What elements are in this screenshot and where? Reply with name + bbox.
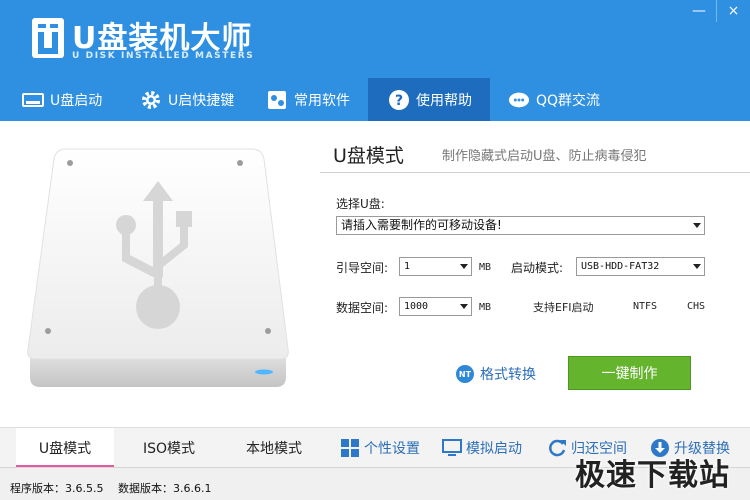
nav-item-qq-group[interactable]: QQ群交流 bbox=[508, 78, 618, 121]
grid-icon bbox=[340, 438, 360, 458]
personal-settings-label: 个性设置 bbox=[364, 441, 420, 457]
format-convert-label: 格式转换 bbox=[480, 367, 536, 383]
usb-disk-illustration bbox=[27, 148, 289, 387]
ntfs-option[interactable]: NTFS bbox=[633, 301, 657, 312]
chevron-down-icon bbox=[693, 223, 701, 228]
mode-description: 制作隐藏式启动U盘、防止病毒侵犯 bbox=[442, 149, 647, 164]
chs-option[interactable]: CHS bbox=[687, 301, 705, 312]
boot-space-label: 引导空间: bbox=[336, 261, 389, 275]
select-disk-label: 选择U盘: bbox=[336, 197, 385, 211]
data-space-unit: MB bbox=[479, 302, 492, 313]
tab-usb-mode[interactable]: U盘模式 bbox=[16, 428, 114, 468]
nav-item-label: 使用帮助 bbox=[416, 92, 472, 109]
nav-item-help[interactable]: ? 使用帮助 bbox=[368, 78, 490, 121]
ntfs-convert-icon: NT bbox=[456, 365, 474, 383]
data-version: 数据版本：3.6.6.1 bbox=[118, 482, 212, 495]
nav-item-label: 常用软件 bbox=[294, 92, 350, 109]
select-disk-dropdown[interactable]: 请插入需要制作的可移动设备! bbox=[336, 216, 705, 235]
app-header: U盘装机大师 U DISK INSTALLED MASTERS — × U盘启动… bbox=[0, 0, 750, 121]
software-icon bbox=[266, 89, 288, 111]
boot-mode-value: USB-HDD-FAT32 bbox=[581, 261, 660, 272]
main-panel: U盘模式 制作隐藏式启动U盘、防止病毒侵犯 选择U盘: 请插入需要制作的可移动设… bbox=[0, 121, 750, 427]
mode-title: U盘模式 bbox=[333, 145, 404, 167]
tab-label: ISO模式 bbox=[142, 441, 196, 457]
monitor-icon bbox=[442, 438, 462, 458]
gear-icon bbox=[140, 89, 162, 111]
boot-mode-label: 启动模式: bbox=[511, 261, 564, 275]
watermark: 极速下载站 bbox=[575, 458, 730, 493]
help-icon: ? bbox=[388, 89, 410, 111]
boot-space-dropdown[interactable]: 1 bbox=[399, 257, 472, 276]
refresh-icon bbox=[547, 438, 567, 458]
personal-settings-button[interactable]: 个性设置 bbox=[340, 428, 420, 468]
usb-drive-icon bbox=[22, 89, 44, 111]
tab-iso-mode[interactable]: ISO模式 bbox=[120, 428, 218, 468]
nav-item-label: U启快捷键 bbox=[168, 92, 235, 109]
qq-icon bbox=[508, 89, 530, 111]
boot-space-unit: MB bbox=[479, 262, 492, 273]
format-convert-link[interactable]: NT 格式转换 bbox=[456, 364, 536, 384]
app-logo-icon bbox=[32, 18, 64, 58]
data-space-label: 数据空间: bbox=[336, 301, 389, 315]
simulate-boot-button[interactable]: 模拟启动 bbox=[442, 428, 522, 468]
data-space-dropdown[interactable]: 1000 bbox=[399, 297, 472, 316]
close-button[interactable]: × bbox=[716, 0, 750, 22]
nav-item-shortcut-keys[interactable]: U启快捷键 bbox=[140, 78, 260, 121]
nav-item-usb-boot[interactable]: U盘启动 bbox=[22, 78, 132, 121]
svg-text:?: ? bbox=[395, 93, 403, 109]
app-subtitle: U DISK INSTALLED MASTERS bbox=[72, 51, 255, 61]
boot-space-value: 1 bbox=[404, 261, 411, 272]
program-version: 程序版本：3.6.5.5 bbox=[10, 482, 104, 495]
divider bbox=[320, 172, 750, 173]
tab-label: U盘模式 bbox=[38, 441, 92, 457]
chevron-down-icon bbox=[693, 264, 701, 269]
efi-boot-option[interactable]: 支持EFI启动 bbox=[533, 299, 594, 315]
boot-mode-dropdown[interactable]: USB-HDD-FAT32 bbox=[576, 257, 705, 276]
nav-item-label: U盘启动 bbox=[50, 92, 103, 109]
chevron-down-icon bbox=[460, 264, 468, 269]
data-space-value: 1000 bbox=[404, 301, 429, 312]
minimize-button[interactable]: — bbox=[682, 0, 716, 22]
chevron-down-icon bbox=[460, 304, 468, 309]
tab-local-mode[interactable]: 本地模式 bbox=[225, 428, 323, 468]
main-nav: U盘启动 U启快捷键 常用软件 ? 使用帮助 QQ群交流 bbox=[0, 78, 750, 121]
nav-item-software[interactable]: 常用软件 bbox=[266, 78, 366, 121]
tab-label: 本地模式 bbox=[246, 441, 302, 457]
select-disk-value: 请插入需要制作的可移动设备! bbox=[341, 218, 502, 232]
simulate-boot-label: 模拟启动 bbox=[466, 441, 522, 457]
window-controls: — × bbox=[682, 0, 750, 22]
nav-item-label: QQ群交流 bbox=[536, 92, 601, 109]
one-click-make-button[interactable]: 一键制作 bbox=[568, 356, 691, 390]
